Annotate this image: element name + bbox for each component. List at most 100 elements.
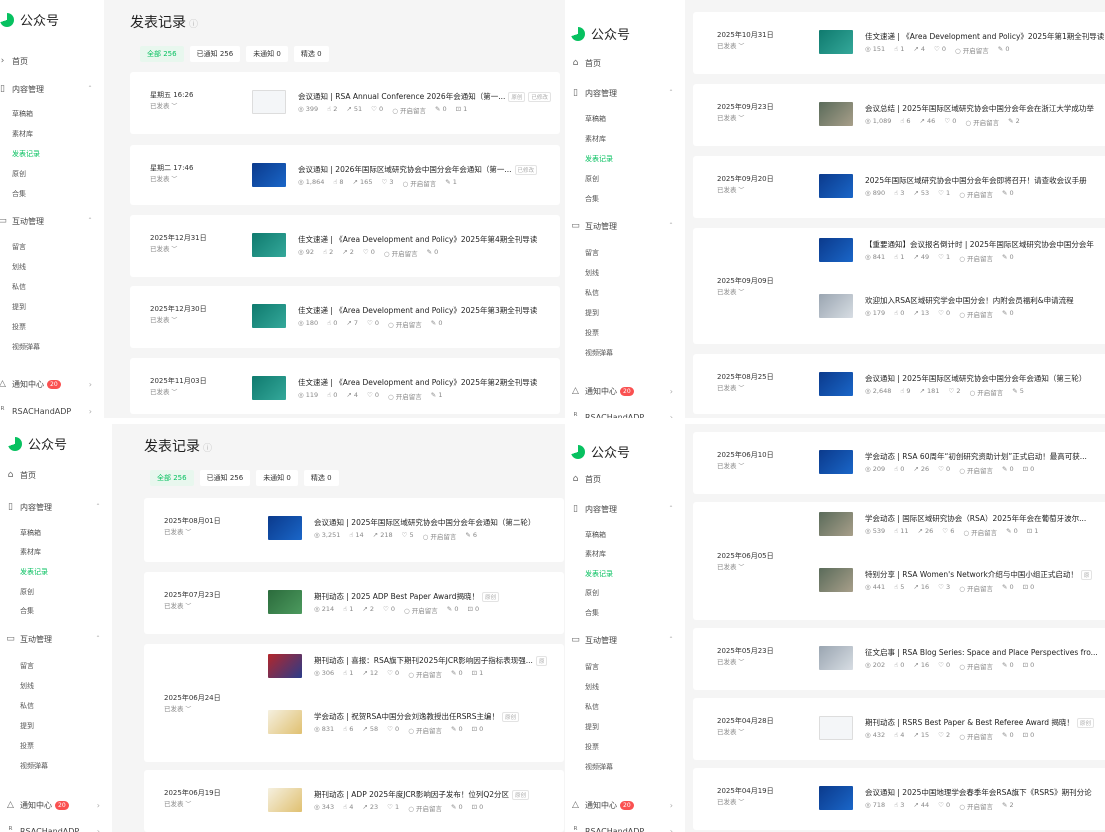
publish-status[interactable]: 已发表 ﹀ — [150, 243, 177, 253]
article-title[interactable]: 会议通知 | 2025年国际区域研究协会中国分会年会通知（第三轮） — [865, 373, 1086, 384]
nav-drafts[interactable]: 草稿箱 — [20, 524, 108, 542]
publish-status[interactable]: 已发表 ﹀ — [164, 798, 191, 808]
article-title[interactable]: 佳文速递 | 《Area Development and Policy》2025… — [865, 31, 1104, 42]
open-comments-button[interactable]: ○ 开启留言 — [403, 178, 437, 188]
article-title[interactable]: 学会动态 | RSA 60周年“初创研究资助计划”正式启动！最高可获... — [865, 451, 1087, 462]
article-title[interactable]: 【重要通知】会议报名倒计时 | 2025年国际区域研究协会中国分会年 — [865, 239, 1094, 250]
nav-votes[interactable]: 投票 — [12, 318, 100, 336]
article-thumbnail[interactable] — [819, 372, 853, 396]
article-title[interactable]: 欢迎加入RSA区域研究学会中国分会！内附会员福利&申请流程 — [865, 295, 1074, 306]
nav-messages[interactable]: 私信 — [12, 278, 100, 296]
article-title[interactable]: 会议通知 | RSA Annual Conference 2026年会通知（第一… — [298, 91, 551, 102]
article-thumbnail[interactable] — [268, 710, 302, 734]
nav-messages[interactable]: 私信 — [20, 697, 108, 715]
open-comments-button[interactable]: ○ 开启留言 — [408, 669, 442, 679]
publish-status[interactable]: 已发表 ﹀ — [717, 40, 744, 50]
nav-materials[interactable]: 素材库 — [585, 130, 681, 148]
nav-content-group[interactable]: ▯ 内容管理 ˆ — [0, 80, 100, 98]
article-title[interactable]: 期刊动态 | 喜报：RSA旗下期刊2025年JCR影响因子指标表现强... 原 — [314, 655, 548, 666]
article-title[interactable]: 会议通知 | 2025中国地理学会春季年会RSA旗下《RSRS》期刊分论 — [865, 787, 1092, 798]
nav-interact-group[interactable]: ▭ 互动管理 ˆ — [0, 212, 100, 230]
article-thumbnail[interactable] — [819, 238, 853, 262]
article-thumbnail[interactable] — [819, 174, 853, 198]
open-comments-button[interactable]: ○ 开启留言 — [388, 391, 422, 401]
publish-status[interactable]: 已发表 ﹀ — [717, 112, 744, 122]
publish-status[interactable]: 已发表 ﹀ — [150, 386, 177, 396]
nav-comments[interactable]: 留言 — [585, 658, 681, 676]
nav-votes[interactable]: 投票 — [585, 324, 681, 342]
nav-comments[interactable]: 留言 — [585, 244, 681, 262]
article-thumbnail[interactable] — [819, 102, 853, 126]
publish-status[interactable]: 已发表 ﹀ — [150, 173, 177, 183]
nav-interact-group[interactable]: ▭ 互动管理 ˆ — [6, 630, 108, 648]
open-comments-button[interactable]: ○ 开启留言 — [959, 731, 993, 741]
logo[interactable]: 公众号 — [571, 442, 630, 461]
article-thumbnail[interactable] — [819, 30, 853, 54]
open-comments-button[interactable]: ○ 开启留言 — [384, 248, 418, 258]
article-thumbnail[interactable] — [819, 568, 853, 592]
article-title[interactable]: 期刊动态 | RSRS Best Paper & Best Referee Aw… — [865, 717, 1094, 728]
help-icon[interactable]: ⓘ — [203, 444, 212, 454]
nav-original[interactable]: 原创 — [20, 583, 108, 601]
article-title[interactable]: 学会动态 | 祝贺RSA中国分会刘逸教授出任RSRS主编！ 原创 — [314, 711, 519, 722]
open-comments-button[interactable]: ○ 开启留言 — [959, 253, 993, 263]
article-title[interactable]: 学会动态 | 国际区域研究协会（RSA）2025年年会在葡萄牙波尔... — [865, 513, 1086, 524]
article-title[interactable]: 佳文速递 | 《Area Development and Policy》2025… — [298, 377, 537, 388]
nav-publish-records[interactable]: 发表记录 — [585, 150, 681, 168]
publish-status[interactable]: 已发表 ﹀ — [150, 100, 177, 110]
publish-status[interactable]: 已发表 ﹀ — [164, 526, 191, 536]
open-comments-button[interactable]: ○ 开启留言 — [423, 531, 457, 541]
nav-account[interactable]: ᴿ RSACHandADP › — [571, 408, 681, 418]
nav-collections[interactable]: 合集 — [585, 604, 681, 622]
help-icon[interactable]: ⓘ — [189, 20, 198, 30]
article-title[interactable]: 佳文速递 | 《Area Development and Policy》2025… — [298, 234, 537, 245]
publish-status[interactable]: 已发表 ﹀ — [717, 656, 744, 666]
nav-home[interactable]: › 首页 — [0, 52, 100, 70]
nav-danmaku[interactable]: 视频弹幕 — [12, 338, 100, 356]
nav-publish-records[interactable]: 发表记录 — [20, 563, 108, 581]
article-thumbnail[interactable] — [252, 304, 286, 328]
publish-status[interactable]: 已发表 ﹀ — [150, 314, 177, 324]
nav-votes[interactable]: 投票 — [20, 737, 108, 755]
open-comments-button[interactable]: ○ 开启留言 — [965, 117, 999, 127]
article-thumbnail[interactable] — [268, 788, 302, 812]
nav-publish-records[interactable]: 发表记录 — [585, 565, 681, 583]
open-comments-button[interactable]: ○ 开启留言 — [959, 309, 993, 319]
tab-notified[interactable]: 已通知 256 — [189, 46, 241, 62]
nav-materials[interactable]: 素材库 — [20, 543, 108, 561]
article-title[interactable]: 2025年国际区域研究协会中国分会年会即将召开！请查收会议手册 — [865, 175, 1087, 186]
article-title[interactable]: 特别分享 | RSA Women's Network介绍与中国小组正式启动！原 — [865, 569, 1093, 580]
nav-notify[interactable]: △ 通知中心 20 › — [571, 796, 681, 814]
nav-account[interactable]: ᴿ RSACHandADP › — [0, 402, 100, 418]
open-comments-button[interactable]: ○ 开启留言 — [959, 661, 993, 671]
nav-account[interactable]: ᴿ RSACHandADP › — [6, 822, 108, 832]
article-thumbnail[interactable] — [819, 512, 853, 536]
nav-home[interactable]: ⌂ 首页 — [6, 466, 108, 484]
nav-comments[interactable]: 留言 — [20, 657, 108, 675]
tab-all[interactable]: 全部 256 — [150, 470, 194, 486]
nav-original[interactable]: 原创 — [585, 584, 681, 602]
open-comments-button[interactable]: ○ 开启留言 — [392, 105, 426, 115]
logo[interactable]: 公众号 — [8, 434, 67, 453]
publish-status[interactable]: 已发表 ﹀ — [164, 703, 191, 713]
nav-messages[interactable]: 私信 — [585, 698, 681, 716]
nav-mentions[interactable]: 提到 — [585, 304, 681, 322]
nav-underline[interactable]: 划线 — [585, 678, 681, 696]
article-title[interactable]: 会议通知 | 2025年国际区域研究协会中国分会年会通知（第二轮） — [314, 517, 535, 528]
tab-featured[interactable]: 精选 0 — [293, 46, 329, 62]
publish-status[interactable]: 已发表 ﹀ — [717, 796, 744, 806]
open-comments-button[interactable]: ○ 开启留言 — [963, 527, 997, 537]
nav-original[interactable]: 原创 — [585, 170, 681, 188]
nav-collections[interactable]: 合集 — [585, 190, 681, 208]
article-thumbnail[interactable] — [268, 516, 302, 540]
publish-status[interactable]: 已发表 ﹀ — [164, 600, 191, 610]
tab-featured[interactable]: 精选 0 — [303, 470, 339, 486]
tab-unnotified[interactable]: 未通知 0 — [256, 470, 298, 486]
nav-content-group[interactable]: ▯ 内容管理 ˆ — [571, 500, 681, 518]
article-title[interactable]: 会议总结 | 2025年国际区域研究协会中国分会年会在浙江大学成功举 — [865, 103, 1094, 114]
nav-home[interactable]: ⌂ 首页 — [571, 470, 681, 488]
nav-original[interactable]: 原创 — [12, 165, 100, 183]
open-comments-button[interactable]: ○ 开启留言 — [959, 583, 993, 593]
nav-collections[interactable]: 合集 — [20, 602, 108, 620]
nav-notify[interactable]: △ 通知中心 20 › — [6, 796, 108, 814]
